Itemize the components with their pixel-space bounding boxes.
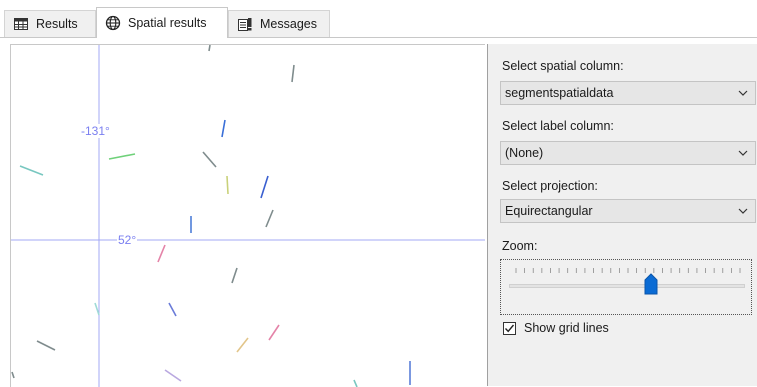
- grid-table-icon: [13, 16, 29, 32]
- chevron-down-icon: [738, 208, 748, 214]
- grid-latitude-label: 52°: [117, 233, 138, 247]
- zoom-slider-thumb[interactable]: [644, 273, 658, 295]
- spatial-segment: [226, 175, 229, 195]
- spatial-column-value: segmentspatialdata: [505, 86, 614, 100]
- projection-value: Equirectangular: [505, 204, 593, 218]
- show-grid-lines-label: Show grid lines: [524, 321, 609, 335]
- spatial-segment: [221, 119, 226, 138]
- projection-select[interactable]: Equirectangular: [500, 199, 756, 223]
- globe-icon: [105, 15, 121, 31]
- results-tab-bar: Results Spatial results Messages: [0, 0, 757, 38]
- zoom-slider[interactable]: [500, 259, 752, 315]
- show-grid-lines-checkbox[interactable]: Show grid lines: [503, 321, 609, 335]
- checkmark-icon: [504, 324, 515, 332]
- spatial-segment: [36, 340, 56, 351]
- spatial-segment: [108, 153, 136, 160]
- spatial-options-panel: Select spatial column: segmentspatialdat…: [487, 44, 757, 386]
- spatial-segment: [164, 369, 182, 382]
- spatial-segment: [157, 244, 166, 263]
- spatial-column-select[interactable]: segmentspatialdata: [500, 81, 756, 105]
- messages-icon: [237, 16, 253, 32]
- checkbox-box[interactable]: [503, 321, 516, 335]
- spatial-segment: [260, 175, 269, 199]
- zoom-slider-ticks: [515, 268, 741, 273]
- spatial-map-canvas[interactable]: -131° 52°: [10, 44, 485, 387]
- label-column-value: (None): [505, 146, 544, 160]
- spatial-map-drawing: [11, 45, 485, 387]
- spatial-segment: [202, 151, 217, 168]
- chevron-down-icon: [738, 150, 748, 156]
- chevron-down-icon: [738, 90, 748, 96]
- tab-spatial-results[interactable]: Spatial results: [96, 7, 228, 38]
- spatial-segment: [208, 45, 211, 52]
- spatial-segment: [291, 64, 295, 83]
- spatial-segment: [94, 302, 100, 316]
- spatial-column-label: Select spatial column:: [502, 59, 624, 73]
- spatial-segment: [11, 371, 15, 379]
- grid-longitude-label: -131°: [80, 124, 111, 138]
- zoom-slider-track[interactable]: [509, 284, 745, 288]
- spatial-segment: [268, 324, 280, 341]
- tab-results-label: Results: [36, 17, 78, 31]
- spatial-segment: [19, 165, 44, 176]
- tab-results[interactable]: Results: [4, 10, 96, 37]
- spatial-segment: [168, 302, 177, 317]
- spatial-segment: [236, 337, 249, 353]
- spatial-segment: [265, 209, 274, 228]
- spatial-segment: [231, 267, 238, 284]
- label-column-label: Select label column:: [502, 119, 614, 133]
- projection-label: Select projection:: [502, 179, 598, 193]
- zoom-label: Zoom:: [502, 239, 538, 253]
- label-column-select[interactable]: (None): [500, 141, 756, 165]
- tab-spatial-results-label: Spatial results: [128, 16, 207, 30]
- tab-messages-label: Messages: [260, 17, 317, 31]
- tab-messages[interactable]: Messages: [228, 10, 330, 37]
